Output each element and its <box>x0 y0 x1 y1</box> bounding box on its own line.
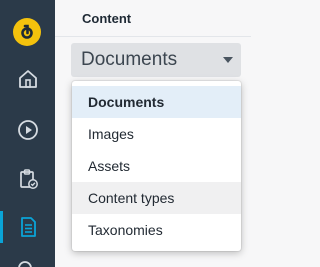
content-type-select[interactable]: Documents <box>71 43 241 77</box>
menu-item-taxonomies[interactable]: Taxonomies <box>72 214 241 246</box>
left-icon-rail <box>0 0 55 267</box>
home-icon <box>18 70 37 88</box>
rail-item-home[interactable] <box>0 59 55 99</box>
menu-item-assets[interactable]: Assets <box>72 150 241 182</box>
menu-item-content-types[interactable]: Content types <box>72 182 241 214</box>
rail-item-play[interactable] <box>0 110 55 150</box>
chevron-down-icon <box>223 57 233 63</box>
menu-item-documents[interactable]: Documents <box>72 86 241 118</box>
divider <box>55 36 251 37</box>
pane-title: Content <box>82 11 132 26</box>
rail-item-search[interactable] <box>16 258 38 267</box>
dropdown-menu: Documents Images Assets Content types Ta… <box>72 81 241 251</box>
brand-logo-icon[interactable] <box>13 18 41 46</box>
rail-item-tasks[interactable] <box>0 159 55 199</box>
select-value: Documents <box>81 49 178 70</box>
search-icon <box>18 261 32 267</box>
play-icon <box>17 120 38 140</box>
document-icon <box>20 217 36 237</box>
rail-item-content[interactable] <box>0 207 55 247</box>
menu-item-images[interactable]: Images <box>72 118 241 150</box>
app-window: Content Documents Documents Images Asset… <box>0 0 251 267</box>
clipboard-check-icon <box>19 169 38 189</box>
